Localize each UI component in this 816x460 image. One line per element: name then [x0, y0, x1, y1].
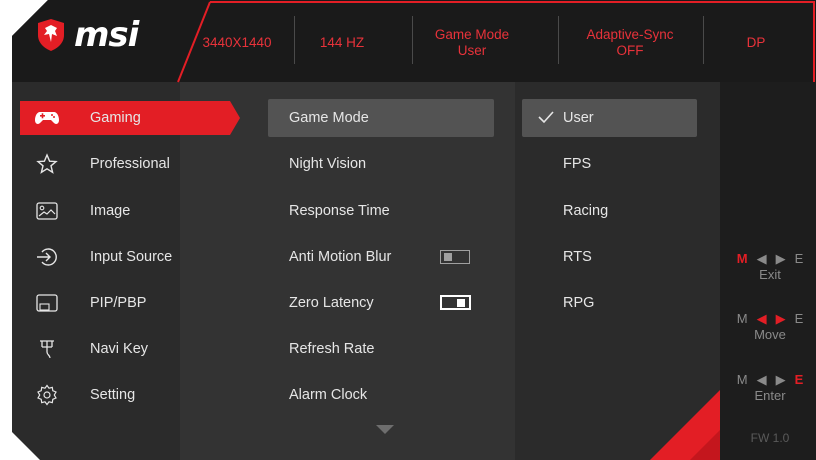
active-pointer	[228, 101, 240, 135]
sidebar-item-image[interactable]: Image	[20, 194, 230, 228]
status-game-mode-title: Game Mode	[434, 27, 510, 42]
input-source-icon	[34, 244, 60, 270]
scroll-down-arrow-icon[interactable]	[376, 425, 394, 435]
status-divider	[558, 16, 559, 64]
sidebar-item-navi-key[interactable]: Navi Key	[20, 332, 230, 366]
anti-motion-blur-toggle[interactable]	[440, 250, 470, 264]
status-adaptive-sync-title: Adaptive-Sync	[586, 27, 674, 42]
msi-logo: msi	[36, 15, 139, 55]
key-m: M	[736, 372, 748, 387]
submenu-item-zero-latency[interactable]: Zero Latency	[268, 284, 494, 322]
sidebar-item-label: Professional	[90, 156, 170, 172]
key-hint-caption: Enter	[754, 388, 786, 403]
status-resolution: 3440X1440	[202, 35, 272, 50]
option-rpg[interactable]: RPG	[522, 284, 697, 322]
status-game-mode-value: User	[457, 43, 487, 58]
submenu-item-night-vision[interactable]: Night Vision	[268, 145, 494, 183]
sidebar-item-input-source[interactable]: Input Source	[20, 240, 230, 274]
key-hint-enter: M ◀ ▶ E Enter	[730, 372, 810, 403]
key-e: E	[794, 251, 804, 266]
status-refresh-rate: 144 HZ	[319, 35, 365, 50]
submenu-item-label: Zero Latency	[289, 295, 374, 311]
status-divider	[703, 16, 704, 64]
firmware-version: FW 1.0	[750, 431, 790, 445]
key-m: M	[736, 311, 748, 326]
image-icon	[34, 198, 60, 224]
star-icon	[34, 151, 60, 177]
status-input: DP	[746, 35, 766, 50]
submenu-item-alarm-clock[interactable]: Alarm Clock	[268, 376, 494, 414]
key-e: E	[794, 372, 804, 387]
key-e: E	[794, 311, 804, 326]
key-hint-move: M ◀ ▶ E Move	[730, 311, 810, 342]
option-rts[interactable]: RTS	[522, 238, 697, 276]
sidebar-item-label: PIP/PBP	[90, 295, 147, 311]
gear-icon	[34, 382, 60, 408]
navi-key-icon	[34, 336, 60, 362]
option-label: RPG	[563, 295, 595, 311]
zero-latency-toggle[interactable]	[440, 295, 471, 310]
status-adaptive-sync-value: OFF	[616, 43, 644, 58]
key-hint-caption: Move	[754, 327, 786, 342]
submenu-item-refresh-rate[interactable]: Refresh Rate	[268, 330, 494, 368]
key-left: ◀	[756, 311, 767, 326]
brand-wordmark: msi	[74, 15, 139, 55]
sidebar-item-label: Setting	[90, 387, 136, 403]
key-right: ▶	[775, 251, 786, 266]
key-right: ▶	[775, 311, 786, 326]
submenu-item-label: Night Vision	[289, 156, 367, 172]
key-left: ◀	[756, 251, 767, 266]
sidebar-item-label: Gaming	[90, 110, 141, 126]
submenu-item-label: Refresh Rate	[289, 341, 375, 357]
key-right: ▶	[775, 372, 786, 387]
gamepad-icon	[34, 105, 60, 131]
option-label: FPS	[563, 156, 592, 172]
sidebar-item-label: Input Source	[90, 249, 173, 265]
key-left: ◀	[756, 372, 767, 387]
status-adaptive-sync: Adaptive-Sync OFF	[560, 22, 700, 64]
submenu-item-label: Anti Motion Blur	[289, 249, 392, 265]
checkmark-icon	[538, 111, 554, 124]
option-label: RTS	[563, 249, 592, 265]
option-racing[interactable]: Racing	[522, 192, 697, 230]
sidebar-item-professional[interactable]: Professional	[20, 147, 230, 181]
sidebar-item-pip-pbp[interactable]: PIP/PBP	[20, 286, 230, 320]
submenu-item-game-mode[interactable]: Game Mode	[268, 99, 494, 137]
option-label: Racing	[563, 203, 609, 219]
submenu-item-response-time[interactable]: Response Time	[268, 192, 494, 230]
pip-icon	[34, 290, 60, 316]
sidebar-item-label: Image	[90, 203, 131, 219]
option-fps[interactable]: FPS	[522, 145, 697, 183]
submenu-item-label: Response Time	[289, 203, 390, 219]
sidebar-item-gaming[interactable]: Gaming	[20, 101, 230, 135]
submenu-item-label: Game Mode	[289, 110, 369, 126]
status-game-mode: Game Mode User	[412, 22, 532, 64]
option-label: User	[563, 110, 594, 126]
dragon-shield-icon	[38, 19, 64, 51]
status-divider	[294, 16, 295, 64]
sidebar-item-setting[interactable]: Setting	[20, 378, 230, 412]
submenu-item-anti-motion-blur[interactable]: Anti Motion Blur	[268, 238, 494, 276]
sidebar-item-label: Navi Key	[90, 341, 149, 357]
key-hint-caption: Exit	[759, 267, 781, 282]
key-hint-exit: M ◀ ▶ E Exit	[730, 251, 810, 282]
option-user[interactable]: User	[522, 99, 697, 137]
submenu-item-label: Alarm Clock	[289, 387, 368, 403]
key-m: M	[736, 251, 748, 266]
